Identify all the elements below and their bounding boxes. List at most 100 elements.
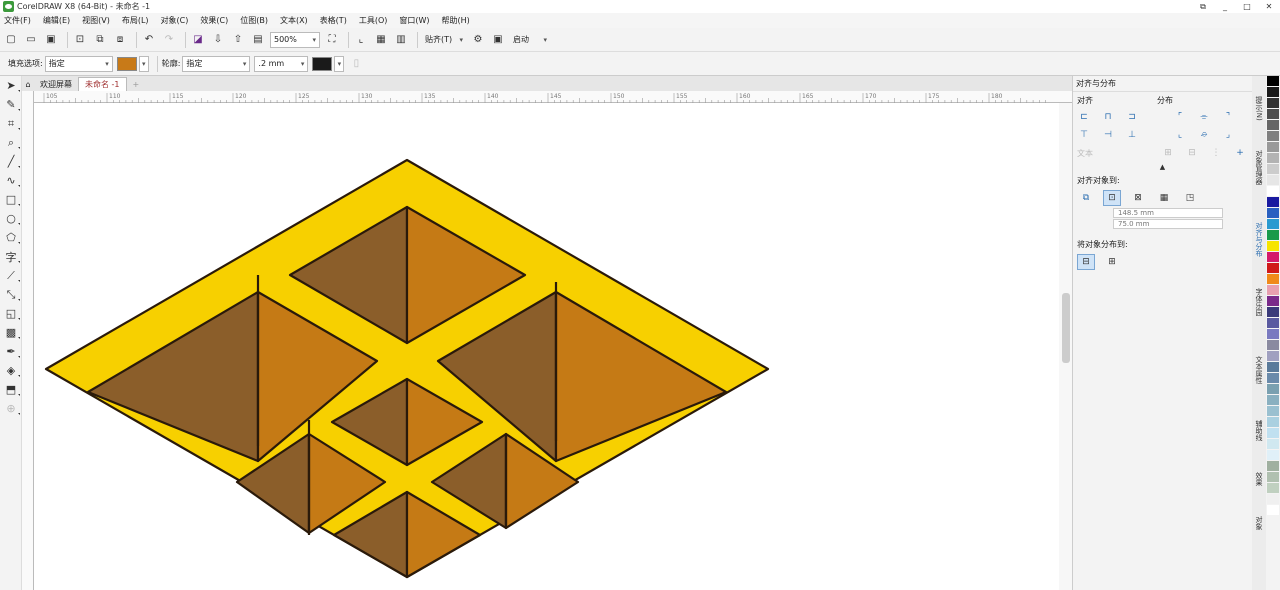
palette-swatch[interactable] [1267, 230, 1279, 241]
palette-swatch[interactable] [1267, 208, 1279, 219]
shape-tool-icon[interactable]: ✎ [0, 95, 22, 114]
side-tab-align-distribute[interactable]: 对齐与分布 [1253, 222, 1265, 257]
export-arrow-icon[interactable]: ⇧ [230, 32, 246, 48]
new-document-icon[interactable]: ▢ [3, 32, 19, 48]
palette-swatch[interactable] [1267, 109, 1279, 120]
connector-tool-icon[interactable]: ⤡ [0, 285, 22, 304]
align-center-horizontal-icon[interactable]: ⊓ [1101, 111, 1115, 123]
page-center-icon[interactable]: ⊠ [1129, 190, 1147, 206]
close-button[interactable]: ✕ [1258, 0, 1280, 13]
snap-to-dropdown[interactable]: 贴齐(T) ▾ [422, 32, 466, 48]
palette-swatch[interactable] [1267, 417, 1279, 428]
palette-swatch[interactable] [1267, 373, 1279, 384]
restore-panel-button[interactable]: ⧉ [1192, 0, 1214, 13]
undo-icon[interactable]: ↶ [141, 32, 157, 48]
page-edge-icon[interactable]: ⊡ [1103, 190, 1121, 206]
palette-swatch[interactable] [1267, 285, 1279, 296]
palette-swatch[interactable] [1267, 142, 1279, 153]
collapse-arrow-icon[interactable]: ▲ [1073, 163, 1252, 171]
extent-of-selection-icon[interactable]: ⊟ [1077, 254, 1095, 270]
palette-swatch[interactable] [1267, 175, 1279, 186]
palette-swatch[interactable] [1267, 505, 1279, 516]
corel-connect-icon[interactable]: ◪ [190, 32, 206, 48]
parallel-dimension-tool-icon[interactable]: ⟋ [0, 266, 22, 285]
artistic-media-tool-icon[interactable]: ∿ [0, 171, 22, 190]
outline-color-swatch[interactable] [312, 56, 333, 71]
show-rulers-icon[interactable]: ⌞ [353, 32, 369, 48]
minimize-button[interactable]: _ [1214, 0, 1236, 13]
tab-document[interactable]: 未命名 -1 [78, 77, 127, 91]
import-arrow-icon[interactable]: ⇩ [210, 32, 226, 48]
side-tab-hints[interactable]: 提示(N) [1253, 96, 1265, 121]
export-icon[interactable]: ⧈ [112, 32, 128, 48]
horizontal-ruler[interactable]: 105 110 115 120 125 130 135 140 145 150 155 160 165 1… [34, 91, 1072, 103]
menu-layout[interactable]: 布局(L) [122, 15, 149, 26]
align-right-icon[interactable]: ⊐ [1125, 111, 1139, 123]
add-icon[interactable]: + [1233, 147, 1247, 159]
scrollbar-thumb[interactable] [1062, 293, 1070, 363]
palette-swatch[interactable] [1267, 153, 1279, 164]
menu-table[interactable]: 表格(T) [320, 15, 347, 26]
side-tab-text-properties[interactable]: 文本属性 [1253, 356, 1265, 384]
text-distribute-icon[interactable]: ⊞ [1161, 147, 1175, 159]
palette-swatch[interactable] [1267, 164, 1279, 175]
specified-point-icon[interactable]: ◳ [1181, 190, 1199, 206]
tab-welcome-screen[interactable]: 欢迎屏幕 [34, 77, 78, 91]
palette-swatch[interactable] [1267, 241, 1279, 252]
palette-swatch[interactable] [1267, 472, 1279, 483]
palette-swatch[interactable] [1267, 362, 1279, 373]
import-icon[interactable]: ⧉ [92, 32, 108, 48]
palette-swatch[interactable] [1267, 98, 1279, 109]
side-tab-font-playground[interactable]: 字体乐园 [1253, 288, 1265, 316]
crop-tool-icon[interactable]: ⌗ [0, 114, 22, 133]
full-screen-icon[interactable]: ⛶ [324, 32, 340, 48]
palette-swatch[interactable] [1267, 406, 1279, 417]
options-gear-icon[interactable]: ⚙ [470, 32, 486, 48]
grid-icon[interactable]: ▦ [1155, 190, 1173, 206]
redo-icon[interactable]: ↷ [161, 32, 177, 48]
palette-swatch[interactable] [1267, 318, 1279, 329]
application-launcher-icon[interactable]: ▣ [490, 32, 506, 48]
palette-swatch[interactable] [1267, 87, 1279, 98]
active-objects-icon[interactable]: ⧉ [1077, 190, 1095, 206]
align-top-icon[interactable]: ⊤ [1077, 129, 1091, 141]
zoom-level-dropdown[interactable]: 500% ▾ [270, 31, 320, 48]
fill-color-dropdown[interactable]: ▾ [138, 55, 149, 72]
show-guidelines-icon[interactable]: ▥ [393, 32, 409, 48]
side-tab-objects[interactable]: 对象 [1253, 516, 1265, 530]
menu-window[interactable]: 窗口(W) [399, 15, 429, 26]
drop-shadow-tool-icon[interactable]: ◱ [0, 304, 22, 323]
home-icon[interactable]: ⌂ [22, 77, 34, 91]
palette-swatch[interactable] [1267, 384, 1279, 395]
ellipse-tool-icon[interactable]: ○ [0, 209, 22, 228]
text-spacing-icon[interactable]: ⊟ [1185, 147, 1199, 159]
vertical-ruler[interactable] [22, 91, 34, 590]
polygon-tool-icon[interactable]: ⬠ [0, 228, 22, 247]
distribute-bottom-icon[interactable]: ⌟ [1221, 129, 1235, 141]
palette-swatch[interactable] [1267, 296, 1279, 307]
outline-color-dropdown[interactable]: ▾ [334, 55, 345, 72]
menu-tools[interactable]: 工具(O) [359, 15, 388, 26]
palette-swatch[interactable] [1267, 120, 1279, 131]
save-icon[interactable]: ▣ [43, 32, 59, 48]
interactive-fill-tool-icon[interactable]: ◈ [0, 361, 22, 380]
palette-swatch[interactable] [1267, 494, 1279, 505]
maximize-button[interactable]: □ [1236, 0, 1258, 13]
palette-swatch[interactable] [1267, 351, 1279, 362]
text-baseline-icon[interactable]: ⋮ [1209, 147, 1223, 159]
search-content-icon[interactable]: ⊡ [72, 32, 88, 48]
palette-swatch[interactable] [1267, 428, 1279, 439]
smart-fill-tool-icon[interactable]: ⬒ [0, 380, 22, 399]
menu-object[interactable]: 对象(C) [161, 15, 189, 26]
distribute-center-vertical-icon[interactable]: ⌮ [1197, 129, 1211, 141]
outline-width-dropdown[interactable]: .2 mm ▾ [254, 55, 309, 72]
launch-dropdown[interactable]: 启动 ▾ [510, 32, 550, 48]
menu-help[interactable]: 帮助(H) [442, 15, 470, 26]
palette-swatch[interactable] [1267, 461, 1279, 472]
palette-swatch[interactable] [1267, 186, 1279, 197]
transparency-tool-icon[interactable]: ▩ [0, 323, 22, 342]
menu-view[interactable]: 视图(V) [82, 15, 110, 26]
align-bottom-icon[interactable]: ⊥ [1125, 129, 1139, 141]
palette-swatch[interactable] [1267, 450, 1279, 461]
side-tab-guidelines[interactable]: 辅助线 [1253, 420, 1265, 441]
